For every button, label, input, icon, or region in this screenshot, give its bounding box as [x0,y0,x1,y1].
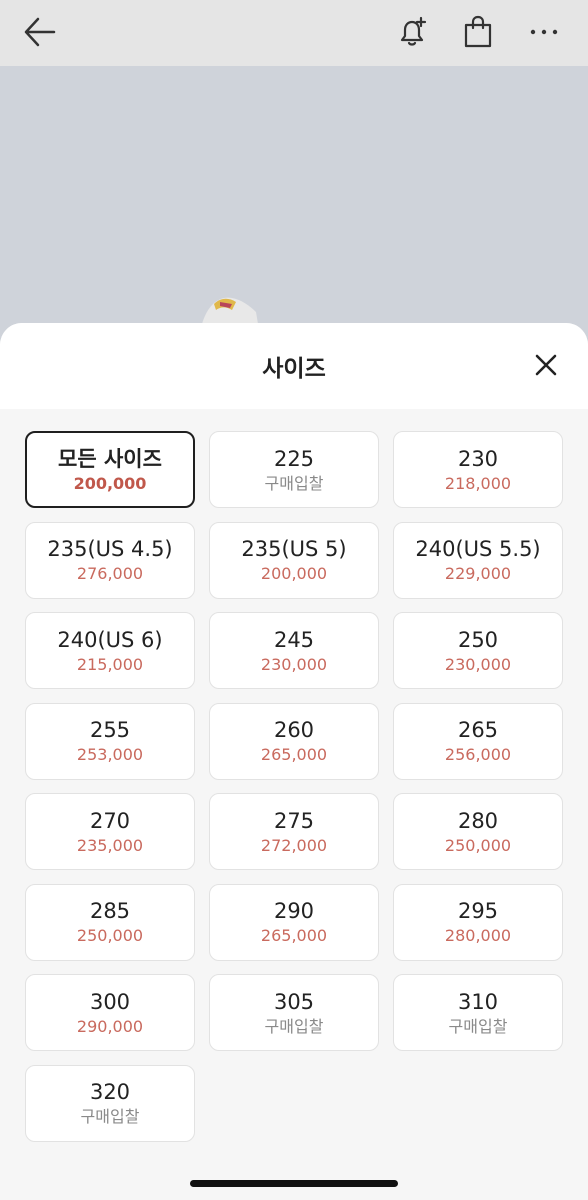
notification-button[interactable] [392,12,432,52]
size-option[interactable]: 300 290,000 [25,974,195,1051]
size-label: 280 [457,808,499,833]
size-option[interactable]: 230 218,000 [393,431,563,508]
size-label: 300 [89,989,131,1014]
size-price: 218,000 [444,473,512,493]
size-label: 295 [457,899,499,923]
size-grid: 모든 사이즈 200,000 225 구매입찰 230 218,000 235(US 4.5… [25,431,563,1142]
size-label: 285 [89,899,131,923]
top-bar [0,0,588,66]
size-option[interactable]: 255 253,000 [25,702,195,780]
size-price: 구매입찰 [448,1016,508,1036]
size-option[interactable]: 270 235,000 [25,793,195,870]
size-label: 275 [273,808,315,833]
size-label: 240(US 6) [57,627,163,652]
sheet-header: 사이즈 [0,323,588,409]
size-label: 230 [457,446,499,471]
size-label: 235(US 5) [241,537,347,561]
size-option[interactable]: 265 256,000 [393,702,563,780]
home-indicator [190,1180,398,1187]
size-price: 229,000 [444,564,512,583]
size-option[interactable]: 320 구매입찰 [25,1064,195,1142]
size-option[interactable]: 275 272,000 [209,793,379,870]
size-option[interactable]: 305 구매입찰 [209,974,379,1051]
size-option[interactable]: 260 265,000 [209,702,379,780]
size-price: 272,000 [260,835,328,855]
size-price: 250,000 [444,835,512,855]
size-price: 구매입찰 [80,1107,140,1126]
close-button[interactable] [530,349,562,381]
size-price: 265,000 [260,926,328,945]
size-option[interactable]: 285 250,000 [25,883,195,961]
size-label: 모든 사이즈 [58,446,162,471]
size-price: 256,000 [444,745,512,764]
size-price: 280,000 [444,926,512,945]
size-option[interactable]: 280 250,000 [393,793,563,870]
size-price: 265,000 [260,745,328,764]
size-price: 215,000 [76,654,144,674]
arrow-left-icon [24,17,56,47]
size-option[interactable]: 235(US 4.5) 276,000 [25,521,195,599]
shopping-bag-button[interactable] [458,12,498,52]
size-price: 200,000 [260,564,328,583]
size-option[interactable]: 225 구매입찰 [209,431,379,508]
size-option[interactable]: 245 230,000 [209,612,379,689]
size-label: 290 [273,899,315,923]
size-option[interactable]: 235(US 5) 200,000 [209,521,379,599]
size-price: 250,000 [76,926,144,945]
size-option[interactable]: 310 구매입찰 [393,974,563,1051]
size-price: 구매입찰 [264,473,324,493]
size-label: 255 [89,718,131,742]
size-label: 320 [89,1080,131,1104]
size-price: 235,000 [76,835,144,855]
size-price: 230,000 [444,654,512,674]
size-price: 290,000 [76,1016,144,1036]
size-price: 200,000 [73,473,147,493]
size-option[interactable]: 295 280,000 [393,883,563,961]
more-horizontal-icon [530,29,558,35]
size-label: 310 [457,989,499,1014]
size-selector-sheet: 사이즈 모든 사이즈 200,000 225 구매입찰 230 218,000 235(US… [0,323,588,1200]
size-option[interactable]: 290 265,000 [209,883,379,961]
size-label: 250 [457,627,499,652]
size-label: 265 [457,718,499,742]
sheet-title: 사이즈 [262,356,326,382]
size-label: 260 [273,718,315,742]
bell-plus-icon [400,16,427,46]
size-label: 305 [273,989,315,1014]
size-label: 245 [273,627,315,652]
size-price: 구매입찰 [264,1016,324,1036]
size-option[interactable]: 250 230,000 [393,612,563,689]
size-label: 270 [89,808,131,833]
size-label: 240(US 5.5) [415,537,541,561]
size-label: 225 [273,446,315,471]
close-icon [535,354,557,376]
product-image [0,66,588,366]
shopping-bag-icon [464,15,492,48]
more-button[interactable] [524,12,564,52]
size-price: 276,000 [76,564,144,583]
shoe-image [202,297,258,324]
size-price: 253,000 [76,745,144,764]
size-option[interactable]: 240(US 6) 215,000 [25,612,195,689]
size-price: 230,000 [260,654,328,674]
back-button[interactable] [20,12,60,52]
size-label: 235(US 4.5) [47,537,173,561]
size-option[interactable]: 240(US 5.5) 229,000 [393,521,563,599]
size-option-all[interactable]: 모든 사이즈 200,000 [25,431,195,508]
